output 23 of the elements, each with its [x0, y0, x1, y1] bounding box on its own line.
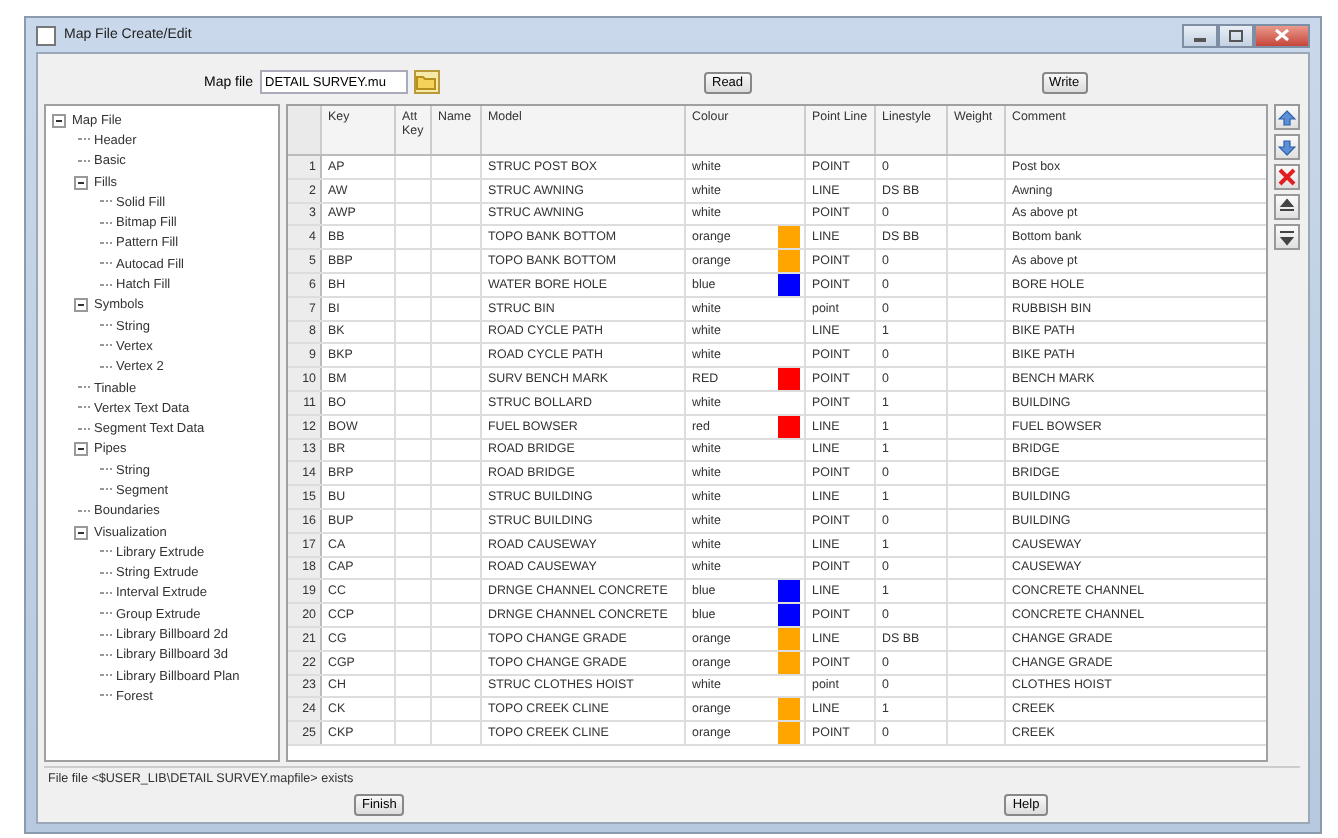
delete-icon — [1278, 168, 1296, 186]
folder-icon — [416, 74, 437, 90]
arrow-down-icon — [1278, 139, 1296, 155]
collapse-icon[interactable] — [74, 175, 88, 190]
move-down-button[interactable] — [1274, 134, 1300, 160]
delete-button[interactable] — [1274, 164, 1300, 190]
collapse-icon[interactable] — [52, 113, 66, 128]
move-up-button[interactable] — [1274, 104, 1300, 130]
app-icon — [36, 25, 56, 45]
minimize-button[interactable] — [1182, 23, 1218, 47]
collapse-icon[interactable] — [74, 525, 88, 540]
insert-below-icon — [1278, 228, 1296, 246]
insert-below-button[interactable] — [1274, 224, 1300, 250]
maximize-button[interactable] — [1218, 23, 1254, 47]
folder-button[interactable] — [413, 70, 440, 94]
insert-above-button[interactable] — [1274, 194, 1300, 220]
insert-above-icon — [1278, 198, 1296, 216]
close-button[interactable] — [1254, 23, 1310, 47]
collapse-icon[interactable] — [74, 298, 88, 313]
maximize-icon — [1228, 29, 1244, 41]
close-icon — [1274, 28, 1290, 42]
arrow-up-icon — [1278, 109, 1296, 125]
collapse-icon[interactable] — [74, 442, 88, 457]
